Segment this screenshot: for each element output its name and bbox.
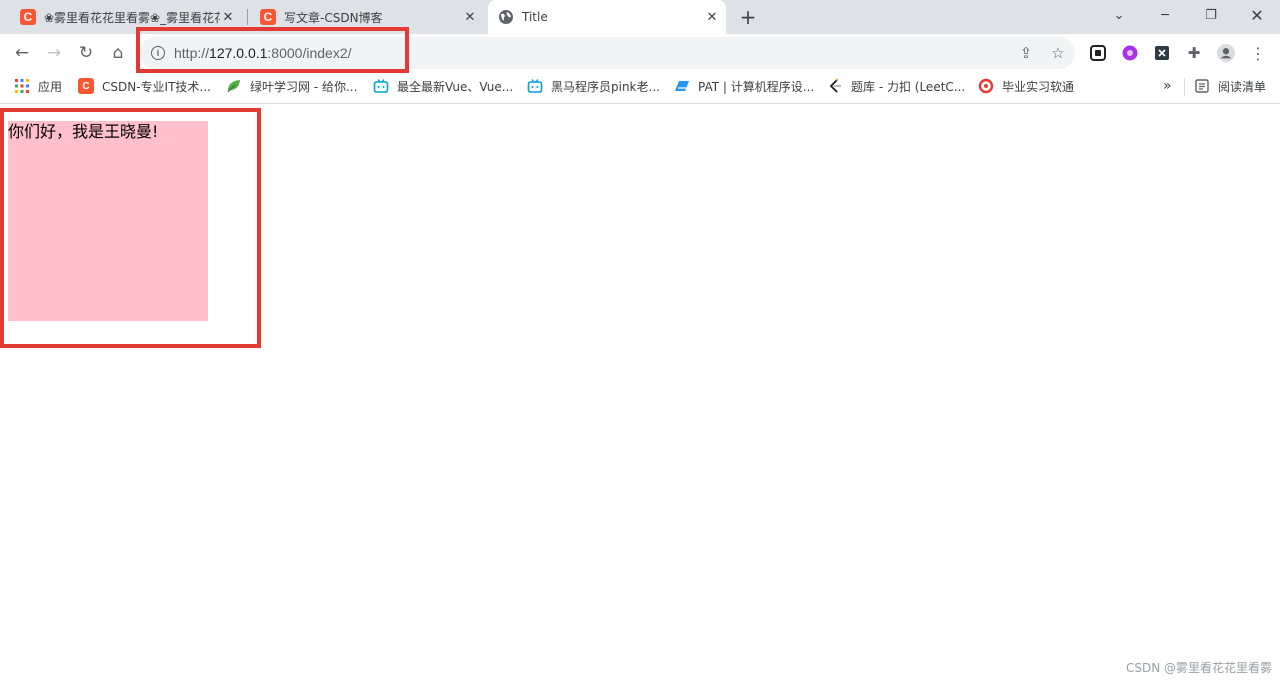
tab-title-active[interactable]: Title ✕ — [488, 0, 726, 34]
apps-grid-icon — [15, 79, 29, 93]
bookmark-csdn[interactable]: C CSDN-专业IT技术... — [78, 72, 211, 100]
bookmark-label: 黑马程序员pink老... — [551, 79, 660, 94]
close-icon[interactable]: ✕ — [704, 9, 720, 25]
back-button[interactable]: ← — [10, 41, 34, 65]
bilibili-icon — [527, 79, 543, 93]
reading-list-icon — [1195, 79, 1209, 93]
reload-button[interactable]: ↻ — [74, 41, 98, 65]
bookmark-vue[interactable]: 最全最新Vue、Vue... — [373, 72, 513, 100]
csdn-icon: C — [260, 9, 276, 25]
reading-list-button[interactable]: 阅读清单 — [1194, 72, 1266, 100]
x-extension-icon[interactable] — [1153, 44, 1171, 62]
bookmark-pat[interactable]: PAT | 计算机程序设... — [674, 72, 814, 100]
close-icon[interactable]: ✕ — [220, 9, 236, 25]
globe-icon — [499, 10, 513, 24]
bilibili-icon — [373, 79, 389, 93]
bookmark-label: 最全最新Vue、Vue... — [397, 79, 514, 94]
reading-list-label: 阅读清单 — [1218, 79, 1267, 94]
bookmark-heima[interactable]: 黑马程序员pink老... — [527, 72, 660, 100]
tab-title: Title — [522, 10, 548, 24]
bookmarks-bar: 应用 C CSDN-专业IT技术... 绿叶学习网 - 给你... 最全最新Vu… — [0, 72, 1280, 104]
bookmark-leetcode[interactable]: 题库 - 力扣 (LeetC... — [827, 72, 965, 100]
extension-icon[interactable] — [1089, 44, 1107, 62]
share-icon[interactable]: ⇪ — [1017, 44, 1035, 62]
bookmark-lvye[interactable]: 绿叶学习网 - 给你... — [226, 72, 357, 100]
url-highlight-annotation — [136, 27, 409, 73]
softtong-icon — [978, 78, 994, 94]
leaf-icon — [227, 80, 240, 93]
close-window-button[interactable]: ✕ — [1234, 0, 1280, 30]
bookmarks-divider — [1184, 78, 1185, 96]
profile-avatar-icon[interactable] — [1217, 44, 1235, 62]
restore-button[interactable]: ❐ — [1188, 0, 1234, 30]
bookmark-label: CSDN-专业IT技术... — [102, 79, 211, 94]
new-tab-button[interactable]: + — [736, 5, 760, 29]
bookmark-apps[interactable]: 应用 — [14, 72, 62, 100]
tab-title: ❀雾里看花花里看雾❀_雾里看花花里看雾 — [44, 10, 220, 25]
bookmark-label: 题库 - 力扣 (LeetC... — [851, 79, 966, 94]
csdn-icon: C — [78, 78, 94, 94]
leetcode-icon — [829, 78, 841, 93]
forward-button[interactable]: → — [42, 41, 66, 65]
close-icon[interactable]: ✕ — [462, 9, 478, 25]
tab-title: 写文章-CSDN博客 — [284, 10, 383, 25]
bookmarks-overflow-button[interactable]: » — [1163, 72, 1172, 100]
puzzle-icon[interactable]: ✚ — [1185, 44, 1203, 62]
tab-search-icon[interactable]: ⌄ — [1096, 0, 1142, 30]
bookmark-star-icon[interactable]: ☆ — [1049, 44, 1067, 62]
minimize-button[interactable]: ─ — [1142, 0, 1188, 30]
pat-icon — [675, 81, 689, 91]
bookmark-label: 应用 — [38, 79, 63, 94]
content-highlight-annotation — [0, 108, 261, 348]
bookmark-label: 毕业实习软通 — [1002, 79, 1075, 94]
csdn-watermark: CSDN @雾里看花花里看雾 — [1125, 661, 1272, 675]
menu-kebab-icon[interactable]: ⋮ — [1249, 44, 1267, 63]
color-extension-icon[interactable] — [1121, 44, 1139, 62]
csdn-icon: C — [20, 9, 36, 25]
bookmark-label: PAT | 计算机程序设... — [698, 79, 815, 94]
tab-divider — [247, 9, 248, 25]
bookmark-softtong[interactable]: 毕业实习软通 — [978, 72, 1074, 100]
bookmark-label: 绿叶学习网 - 给你... — [250, 79, 358, 94]
home-button[interactable]: ⌂ — [106, 41, 130, 65]
